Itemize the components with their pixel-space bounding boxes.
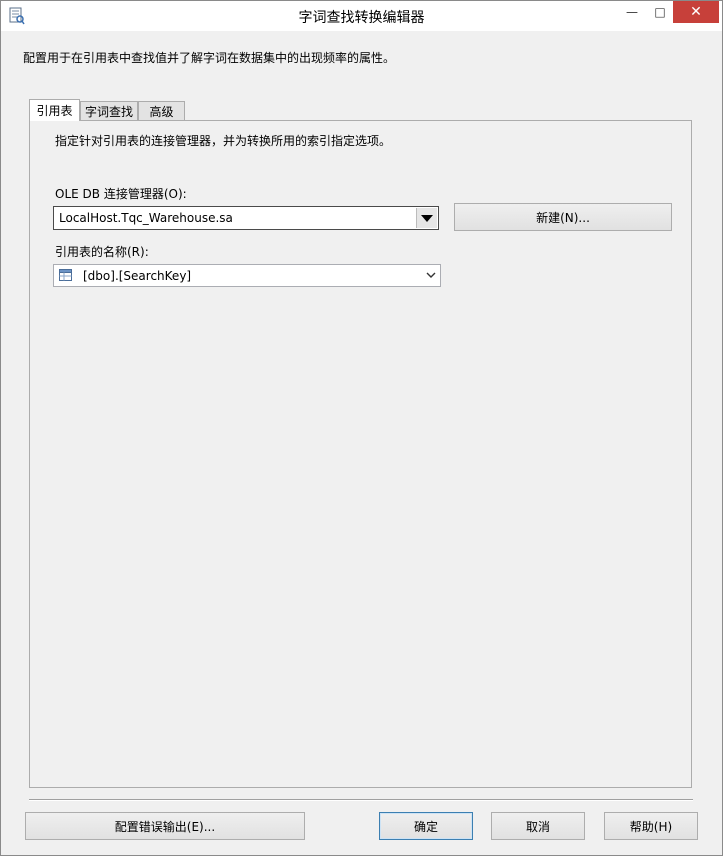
oledb-connection-select[interactable]: LocalHost.Tqc_Warehouse.sa <box>53 206 439 230</box>
editor-window: 字词查找转换编辑器 — □ ✕ 配置用于在引用表中查找值并了解字词在数据集中的出… <box>0 0 723 856</box>
title-bar[interactable]: 字词查找转换编辑器 — □ ✕ <box>1 1 722 31</box>
chevron-down-icon <box>421 214 433 222</box>
footer-divider <box>29 799 693 801</box>
panel-description: 指定针对引用表的连接管理器，并为转换所用的索引指定选项。 <box>55 134 392 148</box>
tab-reference-table[interactable]: 引用表 <box>29 99 80 121</box>
dropdown-button[interactable] <box>416 208 437 228</box>
configure-error-output-button[interactable]: 配置错误输出(E)... <box>25 812 305 840</box>
window-title: 字词查找转换编辑器 <box>298 10 425 26</box>
oledb-connection-label: OLE DB 连接管理器(O): <box>55 187 187 201</box>
chevron-down-icon[interactable] <box>426 271 436 279</box>
tab-term-lookup[interactable]: 字词查找 <box>80 101 138 121</box>
table-icon <box>59 269 72 281</box>
oledb-connection-value: LocalHost.Tqc_Warehouse.sa <box>59 211 233 225</box>
cancel-button[interactable]: 取消 <box>491 812 585 840</box>
ok-button[interactable]: 确定 <box>379 812 473 840</box>
dialog-description: 配置用于在引用表中查找值并了解字词在数据集中的出现频率的属性。 <box>23 51 396 65</box>
new-connection-button[interactable]: 新建(N)... <box>454 203 672 231</box>
reference-table-label: 引用表的名称(R): <box>55 245 149 259</box>
tab-advanced[interactable]: 高级 <box>138 101 185 121</box>
close-button[interactable]: ✕ <box>673 1 719 23</box>
reference-table-value: [dbo].[SearchKey] <box>83 269 192 283</box>
maximize-button[interactable]: □ <box>647 1 673 23</box>
minimize-button[interactable]: — <box>617 1 647 23</box>
reference-table-select[interactable]: [dbo].[SearchKey] <box>53 264 441 287</box>
help-button[interactable]: 帮助(H) <box>604 812 698 840</box>
